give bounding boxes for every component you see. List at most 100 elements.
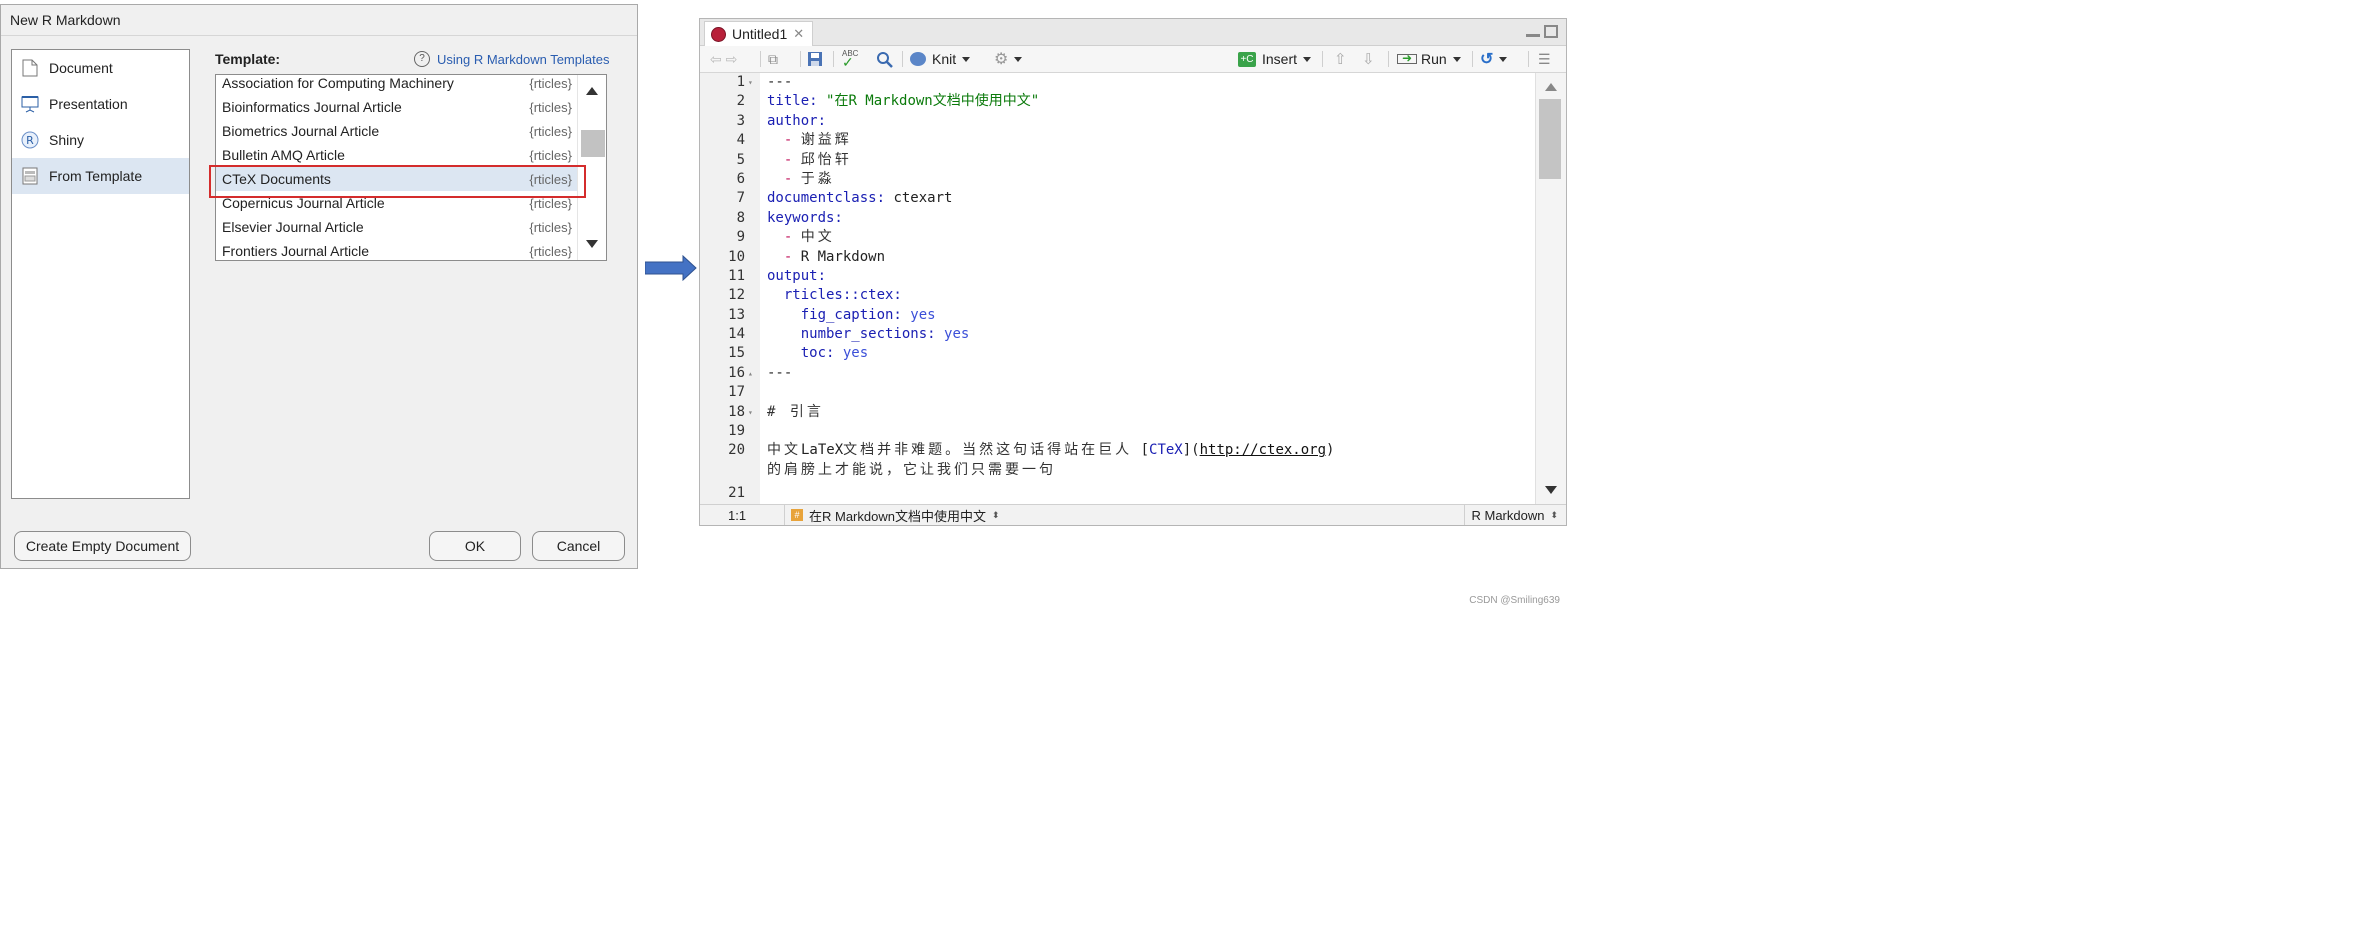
- code-area[interactable]: 1 ▾ --- 2 title: "在R Markdown文档中使用中文" 3 auth…: [700, 73, 1535, 506]
- insert-chunk-button[interactable]: +C Insert: [1238, 46, 1312, 72]
- spellcheck-icon[interactable]: ABC ✓: [842, 46, 858, 72]
- code-line: 7 documentclass: ctexart: [700, 189, 1334, 208]
- doc-type-presentation[interactable]: Presentation: [12, 86, 189, 122]
- line-number: 1: [736, 74, 745, 90]
- link-bracket: [: [1132, 442, 1150, 459]
- template-row[interactable]: Bioinformatics Journal Article {rticles}: [216, 95, 578, 119]
- line-number: 18: [728, 403, 745, 420]
- run-icon: ➜: [1397, 51, 1417, 65]
- help-link-text[interactable]: Using R Markdown Templates: [437, 52, 609, 67]
- rmd-file-icon: [711, 26, 726, 42]
- go-to-previous-chunk-icon[interactable]: ⇧: [1334, 46, 1347, 72]
- scroll-thumb[interactable]: [581, 130, 605, 157]
- knit-label: Knit: [932, 51, 957, 67]
- yaml-value: 邱怡轩: [800, 151, 852, 168]
- template-icon: [21, 167, 39, 185]
- template-row[interactable]: Bulletin AMQ Article {rticles}: [216, 143, 578, 167]
- minimize-pane-icon[interactable]: [1526, 25, 1540, 37]
- close-tab-icon[interactable]: ✕: [793, 26, 804, 42]
- yaml-key: rticles::ctex:: [783, 287, 902, 304]
- line-number: 5: [736, 151, 745, 168]
- scroll-down-arrow-icon[interactable]: [586, 240, 598, 248]
- editor-scrollbar[interactable]: [1535, 73, 1566, 506]
- ok-button[interactable]: OK: [429, 531, 521, 561]
- code-line: 2 title: "在R Markdown文档中使用中文": [700, 92, 1334, 111]
- publish-icon: ↺: [1480, 51, 1494, 68]
- doc-type-shiny[interactable]: R Shiny: [12, 122, 189, 158]
- insert-label: Insert: [1262, 51, 1298, 67]
- code-lines: 1 ▾ --- 2 title: "在R Markdown文档中使用中文" 3 auth…: [700, 73, 1334, 504]
- updown-icon: ⬍: [1550, 509, 1558, 520]
- code-line: 8 keywords:: [700, 209, 1334, 228]
- template-package: {rticles}: [529, 243, 572, 259]
- scroll-up-arrow-icon[interactable]: [1545, 83, 1557, 91]
- find-replace-icon[interactable]: [876, 46, 893, 72]
- doc-type-label: Presentation: [49, 96, 128, 112]
- create-empty-document-button[interactable]: Create Empty Document: [14, 531, 191, 561]
- scroll-up-arrow-icon[interactable]: [586, 87, 598, 95]
- yaml-key: output:: [767, 267, 827, 284]
- yaml-value: 中文: [800, 229, 835, 246]
- line-number: 19: [728, 423, 745, 440]
- show-in-window-icon[interactable]: ⧉: [768, 46, 778, 72]
- fold-toggle-icon[interactable]: ▾: [745, 73, 767, 92]
- link-bracket: ](: [1182, 442, 1200, 459]
- publish-button[interactable]: ↺: [1480, 46, 1508, 72]
- template-row[interactable]: Frontiers Journal Article {rticles}: [216, 239, 578, 260]
- doc-type-document[interactable]: Document: [12, 50, 189, 86]
- document-icon: [21, 59, 39, 77]
- code-line: 17: [700, 383, 1334, 402]
- save-icon[interactable]: [807, 46, 823, 72]
- knit-button[interactable]: Knit: [910, 46, 971, 72]
- template-help-link[interactable]: ? Using R Markdown Templates: [414, 51, 609, 67]
- link-url[interactable]: http://ctex.org: [1200, 442, 1326, 458]
- section-hash-icon: #: [791, 509, 803, 521]
- yaml-key: number_sections:: [800, 326, 945, 343]
- yaml-key: fig_caption:: [800, 306, 911, 323]
- yaml-value: ctexart: [893, 190, 953, 207]
- line-number: 2: [736, 93, 745, 110]
- template-package: {rticles}: [529, 147, 572, 163]
- template-row[interactable]: Association for Computing Machinery {rtic…: [216, 75, 578, 95]
- document-outline-icon[interactable]: ☰: [1538, 46, 1551, 72]
- template-package: {rticles}: [529, 123, 572, 139]
- run-button[interactable]: ➜ Run: [1397, 46, 1461, 72]
- scroll-thumb[interactable]: [1539, 99, 1561, 179]
- line-number: 8: [736, 209, 745, 226]
- maximize-pane-icon[interactable]: [1544, 25, 1558, 38]
- doc-type-from-template[interactable]: From Template: [12, 158, 189, 194]
- body-text: 文档并非难题。当然这句话得站在巨人: [843, 442, 1133, 459]
- template-name: Elsevier Journal Article: [222, 219, 364, 235]
- fold-toggle-icon[interactable]: ▴: [745, 364, 767, 383]
- gear-icon: ⚙: [994, 51, 1009, 68]
- scroll-down-arrow-icon[interactable]: [1545, 486, 1557, 494]
- yaml-key: documentclass:: [767, 190, 894, 207]
- back-forward-icons[interactable]: ⇦ ⇨: [710, 46, 737, 72]
- doc-type-label: Document: [49, 60, 113, 76]
- updown-icon: ⬍: [991, 509, 1000, 520]
- editor-tab[interactable]: Untitled1 ✕: [704, 21, 814, 46]
- yaml-value: yes: [842, 345, 869, 362]
- template-row[interactable]: Elsevier Journal Article {rticles}: [216, 215, 578, 239]
- yaml-value: 谢益辉: [800, 132, 852, 149]
- section-navigator[interactable]: # 在R Markdown文档中使用中文 ⬍: [784, 505, 1000, 525]
- help-icon: ?: [414, 51, 430, 67]
- rstudio-editor: Untitled1 ✕ ⇦ ⇨ ⧉ ABC✓ Knit ⚙ +C Insert: [699, 18, 1567, 526]
- go-to-next-chunk-icon[interactable]: ⇩: [1362, 46, 1375, 72]
- settings-gear-button[interactable]: ⚙: [994, 46, 1023, 72]
- tab-title: Untitled1: [732, 26, 788, 42]
- code-line: 21: [700, 484, 1334, 503]
- chevron-down-icon: [1499, 56, 1508, 62]
- yaml-key: keywords:: [767, 209, 843, 226]
- cancel-button[interactable]: Cancel: [532, 531, 625, 561]
- yaml-delimiter: ---: [767, 74, 793, 90]
- template-row[interactable]: Biometrics Journal Article {rticles}: [216, 119, 578, 143]
- code-line: 12 rticles::ctex:: [700, 286, 1334, 305]
- template-label: Template:: [215, 51, 281, 67]
- fold-toggle-icon[interactable]: ▾: [745, 403, 767, 422]
- code-line: 15 toc: yes: [700, 344, 1334, 363]
- file-type-selector[interactable]: R Markdown ⬍: [1464, 505, 1566, 525]
- body-text: 中文: [767, 442, 801, 459]
- template-name: Association for Computing Machinery: [222, 75, 454, 91]
- selection-highlight-box: [209, 165, 586, 198]
